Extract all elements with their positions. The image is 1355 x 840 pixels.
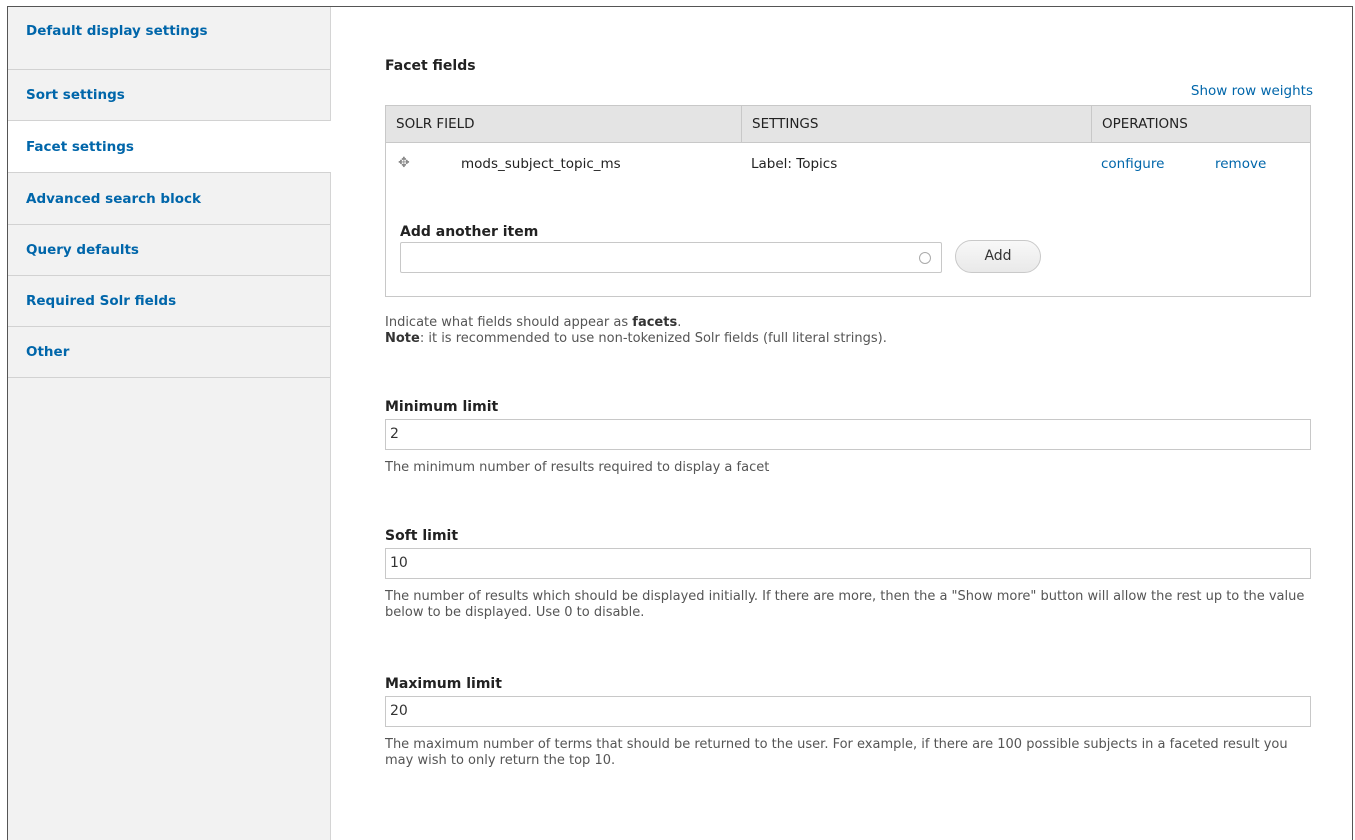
minimum-limit-label: Minimum limit	[385, 399, 499, 415]
add-another-item-label: Add another item	[400, 224, 539, 240]
note-label: Note	[385, 331, 420, 346]
tab-sort-settings[interactable]: Sort settings	[8, 70, 330, 121]
tab-facet-settings[interactable]: Facet settings	[8, 121, 331, 173]
add-item-autocomplete-input[interactable]	[400, 242, 942, 273]
drag-handle-icon[interactable]: ✥	[398, 156, 412, 170]
minimum-limit-description: The minimum number of results required t…	[385, 460, 770, 475]
show-row-weights-link[interactable]: Show row weights	[1191, 83, 1313, 99]
column-header-operations: OPERATIONS	[1091, 106, 1312, 142]
tab-label: Sort settings	[26, 87, 125, 103]
column-header-solr-field: SOLR FIELD	[396, 116, 475, 132]
add-item-area: Add another item Add	[400, 224, 1041, 273]
maximum-limit-label: Maximum limit	[385, 676, 502, 692]
column-header-settings: SETTINGS	[741, 106, 1091, 142]
solr-field-value: mods_subject_topic_ms	[461, 156, 621, 172]
soft-limit-input[interactable]: 10	[385, 548, 1311, 579]
maximum-limit-input[interactable]: 20	[385, 696, 1311, 727]
tab-label: Default display settings	[26, 22, 208, 39]
table-header: SOLR FIELD SETTINGS OPERATIONS	[386, 106, 1310, 143]
minimum-limit-input[interactable]: 2	[385, 419, 1311, 450]
maximum-limit-description: The maximum number of terms that should …	[385, 737, 1288, 768]
tab-advanced-search-block[interactable]: Advanced search block	[8, 173, 330, 225]
facet-help-line: Indicate what fields should appear as fa…	[385, 315, 1311, 331]
help-text: Indicate what fields should appear as	[385, 315, 633, 330]
facet-fields-title: Facet fields	[385, 58, 476, 74]
tab-other[interactable]: Other	[8, 327, 330, 378]
tab-label: Advanced search block	[26, 190, 201, 207]
configure-link[interactable]: configure	[1101, 143, 1164, 185]
maximum-limit-field: Maximum limit 20 The maximum number of t…	[385, 676, 1311, 769]
tab-default-display-settings[interactable]: Default display settings	[8, 7, 330, 70]
facet-fields-table: SOLR FIELD SETTINGS OPERATIONS ✥ mods_su…	[385, 105, 1311, 297]
soft-limit-description: The number of results which should be di…	[385, 589, 1305, 620]
tab-label: Required Solr fields	[26, 293, 177, 309]
tab-label: Facet settings	[26, 138, 134, 155]
help-text-suffix: .	[677, 315, 682, 330]
add-button[interactable]: Add	[955, 240, 1041, 273]
table-row: ✥ mods_subject_topic_ms Label: Topics co…	[386, 143, 1310, 185]
soft-limit-label: Soft limit	[385, 528, 459, 544]
tab-label: Query defaults	[26, 242, 139, 258]
autocomplete-throbber-icon	[919, 252, 931, 264]
help-bold-text: facets	[632, 315, 678, 330]
facet-note-line: Note: it is recommended to use non-token…	[385, 331, 1311, 347]
tab-label: Other	[26, 344, 70, 360]
facet-fields-description: Indicate what fields should appear as fa…	[385, 315, 1311, 347]
note-text: : it is recommended to use non-tokenized…	[419, 331, 887, 346]
minimum-limit-field: Minimum limit 2 The minimum number of re…	[385, 399, 1311, 476]
remove-link[interactable]: remove	[1215, 143, 1266, 185]
soft-limit-field: Soft limit 10 The number of results whic…	[385, 528, 1311, 621]
tab-required-solr-fields[interactable]: Required Solr fields	[8, 276, 330, 327]
tab-query-defaults[interactable]: Query defaults	[8, 225, 330, 276]
vertical-tabs-sidebar: Default display settings Sort settings F…	[8, 7, 331, 840]
settings-value: Label: Topics	[751, 156, 838, 172]
